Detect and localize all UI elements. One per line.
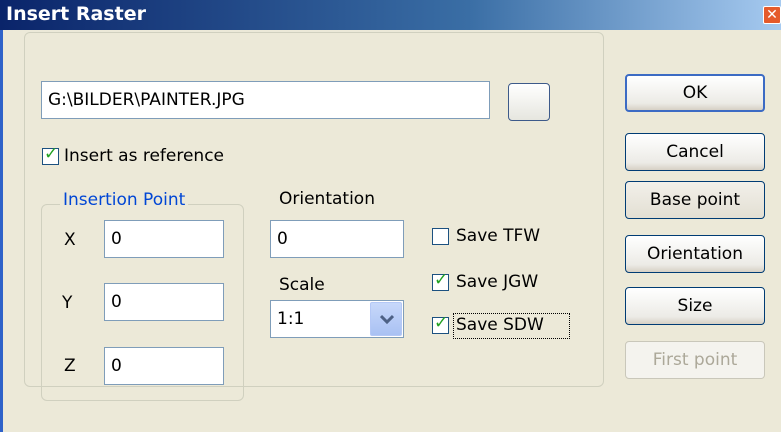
- save-tfw-checkbox[interactable]: [432, 228, 449, 245]
- window-title: Insert Raster: [6, 3, 146, 25]
- orientation-field[interactable]: 0: [270, 220, 404, 258]
- check-icon: ✓: [434, 270, 449, 290]
- scale-value: 1:1: [277, 309, 305, 329]
- y-value: 0: [111, 291, 122, 312]
- file-path-field[interactable]: G:\BILDER\PAINTER.JPG: [41, 81, 490, 119]
- x-label: X: [64, 230, 76, 250]
- y-label: Y: [62, 293, 73, 313]
- focus-indicator: [453, 313, 570, 339]
- scale-label: Scale: [279, 275, 325, 295]
- first-point-button[interactable]: First point: [625, 341, 765, 379]
- save-sdw-checkbox[interactable]: ✓: [432, 313, 449, 334]
- check-icon: ✓: [434, 313, 449, 333]
- ok-button[interactable]: OK: [625, 74, 765, 112]
- cancel-button[interactable]: Cancel: [625, 133, 765, 171]
- size-label: Size: [677, 296, 713, 316]
- orientation-value: 0: [277, 228, 288, 249]
- scale-select[interactable]: 1:1: [270, 300, 404, 338]
- close-icon: ✕: [766, 7, 778, 23]
- file-path-value: G:\BILDER\PAINTER.JPG: [48, 89, 245, 110]
- title-bar: Insert Raster ✕: [0, 0, 781, 30]
- save-jgw-checkbox[interactable]: ✓: [432, 270, 449, 291]
- close-button[interactable]: ✕: [763, 6, 781, 24]
- save-jgw-label: Save JGW: [456, 272, 539, 292]
- z-field[interactable]: 0: [104, 347, 224, 385]
- z-label: Z: [64, 356, 76, 376]
- save-tfw-label: Save TFW: [456, 226, 541, 246]
- x-field[interactable]: 0: [104, 220, 224, 258]
- insert-as-reference-label: Insert as reference: [64, 146, 225, 166]
- insertion-point-title: Insertion Point: [60, 190, 189, 210]
- orientation-label: Orientation: [279, 189, 375, 209]
- ok-label: OK: [682, 83, 708, 103]
- x-value: 0: [111, 228, 122, 249]
- base-point-label: Base point: [649, 190, 741, 210]
- y-field[interactable]: 0: [104, 283, 224, 321]
- size-button[interactable]: Size: [625, 287, 765, 325]
- cancel-label: Cancel: [666, 142, 724, 162]
- first-point-label: First point: [652, 350, 738, 370]
- insert-as-reference-checkbox[interactable]: ✓: [42, 144, 59, 165]
- dropdown-button[interactable]: [370, 302, 402, 336]
- chevron-down-icon: [380, 314, 394, 325]
- check-icon: ✓: [44, 144, 59, 164]
- browse-button[interactable]: [508, 83, 550, 121]
- z-value: 0: [111, 355, 122, 376]
- orientation-button[interactable]: Orientation: [625, 235, 765, 273]
- orientation-button-label: Orientation: [647, 244, 743, 264]
- base-point-button[interactable]: Base point: [625, 181, 765, 219]
